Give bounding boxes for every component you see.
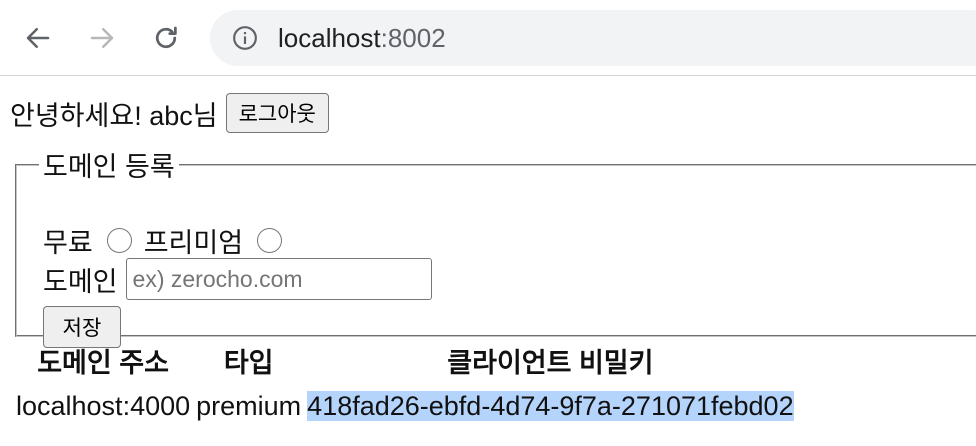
- reload-button[interactable]: [146, 18, 186, 58]
- type-premium-radio[interactable]: [257, 227, 283, 253]
- form-legend: 도메인 등록: [43, 152, 175, 182]
- arrow-right-icon: [90, 28, 114, 48]
- table-header-row: 도메인 주소 타입 클라이언트 비밀키: [16, 337, 794, 383]
- header-domain-address: 도메인 주소: [37, 347, 169, 378]
- info-icon[interactable]: [232, 25, 258, 51]
- client-secret-text[interactable]: 418fad26-ebfd-4d74-9f7a-271071febd02: [307, 390, 794, 421]
- type-free-radio[interactable]: [106, 227, 132, 253]
- forward-button[interactable]: [82, 18, 122, 58]
- logout-button[interactable]: 로그아웃: [225, 93, 329, 133]
- reload-icon: [155, 26, 177, 49]
- domain-table: 도메인 주소 타입 클라이언트 비밀키 localhost:4000 premi…: [10, 337, 800, 429]
- type-free-label: 무료: [43, 227, 93, 258]
- header-type: 타입: [223, 347, 274, 378]
- arrow-left-icon: [26, 28, 50, 48]
- domain-input[interactable]: [125, 258, 432, 300]
- table-row: localhost:4000 premium 418fad26-ebfd-4d7…: [16, 383, 794, 429]
- browser-toolbar: localhost:8002: [0, 0, 976, 76]
- type-premium-label: 프리미엄: [143, 227, 244, 258]
- domain-field-row: 도메인: [43, 258, 432, 300]
- user-header: 안녕하세요! abc님 로그아웃: [10, 93, 329, 133]
- address-bar[interactable]: localhost:8002: [210, 10, 976, 66]
- domain-register-form: 도메인 등록 무료 프리미엄 도메인 저장: [15, 145, 976, 348]
- url-port: :8002: [380, 23, 446, 53]
- header-client-secret: 클라이언트 비밀키: [447, 347, 654, 378]
- type-options: 무료 프리미엄: [43, 220, 294, 260]
- cell-client-secret[interactable]: 418fad26-ebfd-4d74-9f7a-271071febd02: [307, 383, 794, 429]
- url-host: localhost: [278, 23, 381, 53]
- greeting-text: 안녕하세요! abc님: [10, 100, 218, 131]
- page-content: 안녕하세요! abc님 로그아웃 도메인 등록 무료 프리미엄 도메인 저장 도…: [0, 77, 976, 446]
- cell-host: localhost:4000: [16, 390, 191, 421]
- domain-label: 도메인: [43, 266, 118, 297]
- url-text[interactable]: localhost:8002: [278, 24, 446, 52]
- back-button[interactable]: [18, 18, 58, 58]
- cell-type: premium: [196, 390, 302, 421]
